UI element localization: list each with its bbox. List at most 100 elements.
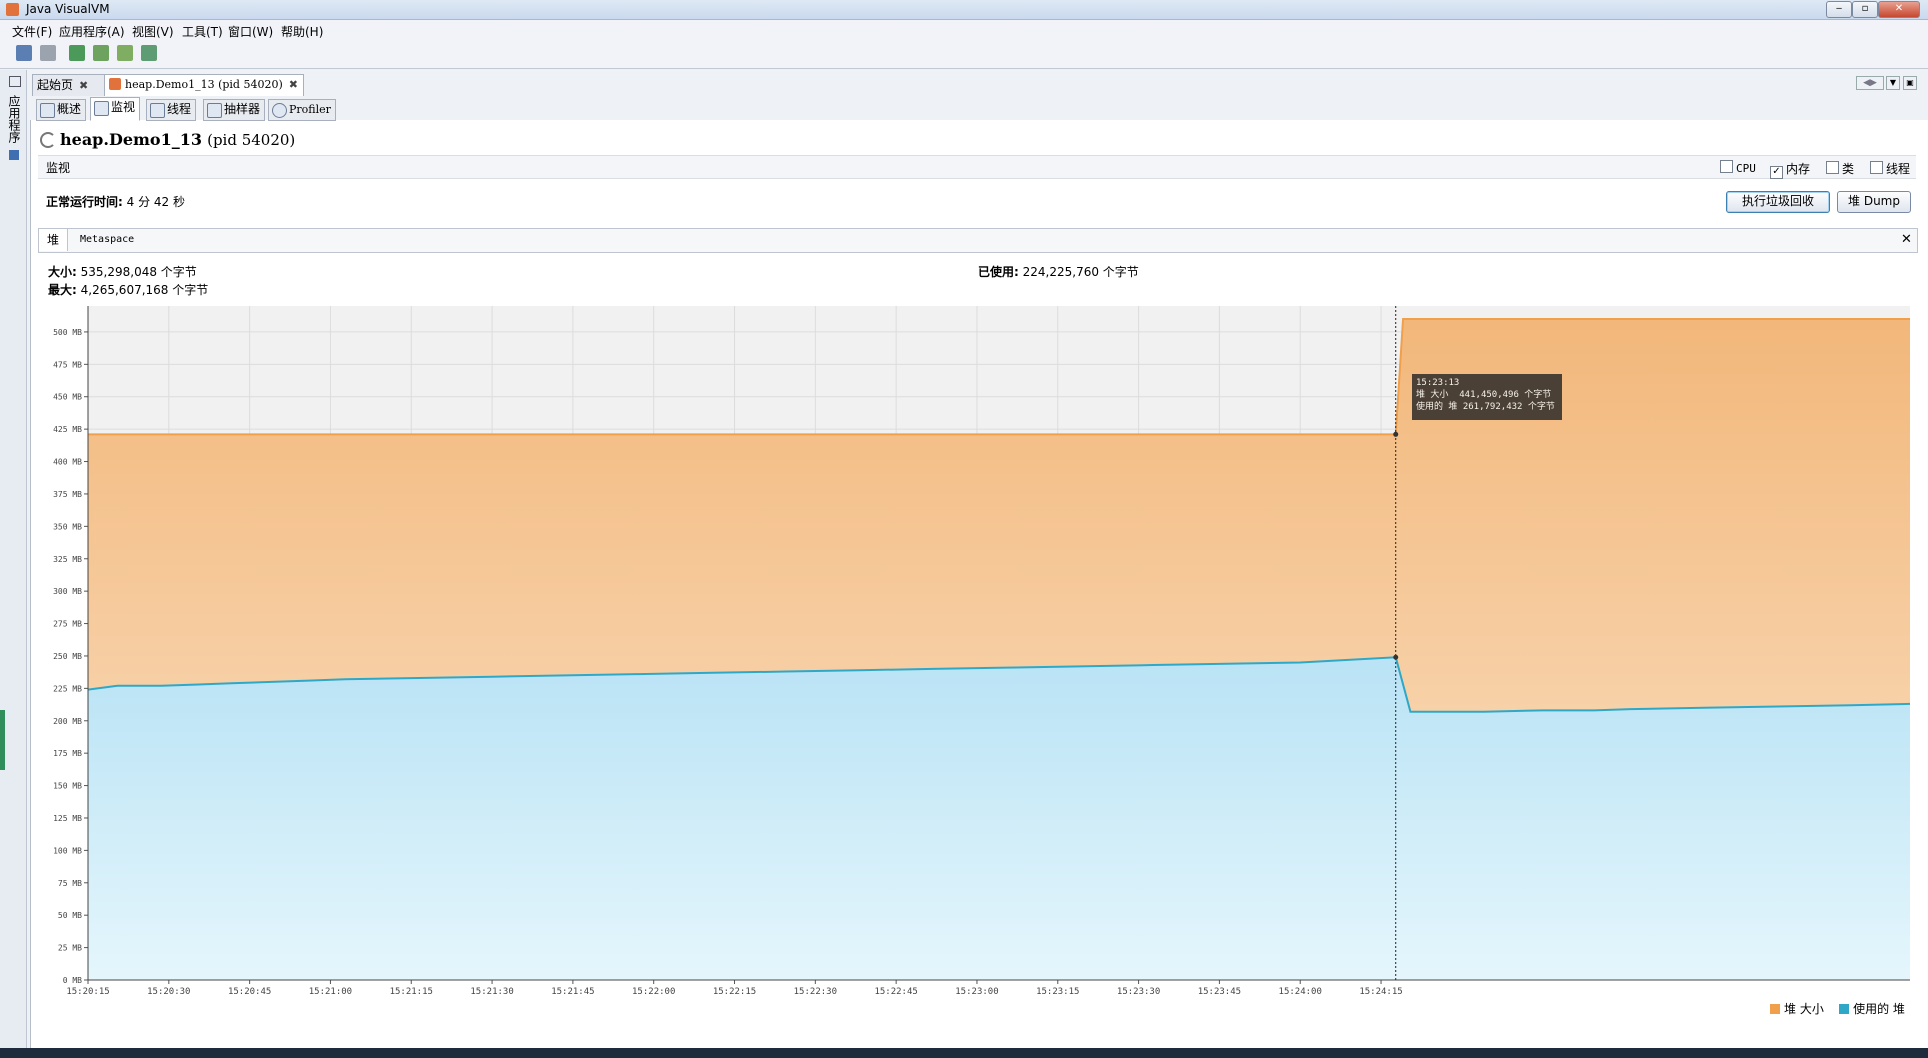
checkbox-label: 类 bbox=[1842, 162, 1855, 176]
x-tick-label: 15:22:30 bbox=[794, 987, 837, 997]
menu-tools[interactable]: 工具(T) bbox=[182, 23, 223, 40]
java-icon bbox=[109, 78, 121, 90]
y-tick-label: 425 MB bbox=[53, 425, 82, 434]
classes-checkbox[interactable]: 类 bbox=[1826, 160, 1854, 177]
tab-label: heap.Demo1_13 (pid 54020) bbox=[125, 78, 283, 91]
checkbox-label: CPU bbox=[1736, 162, 1756, 175]
side-indicator bbox=[0, 710, 5, 770]
tooltip-used-label: 使用的 堆 bbox=[1416, 402, 1458, 412]
heap-chart[interactable]: 0 MB 25 MB 50 MB 75 MB 100 MB 125 MB 150 MB 175… bbox=[38, 300, 1918, 1000]
scroll-tabs-icon[interactable]: ◀▶ bbox=[1856, 76, 1884, 90]
menu-application[interactable]: 应用程序(A) bbox=[59, 23, 125, 40]
app-name: heap.Demo1_13 bbox=[60, 130, 202, 149]
profiler-icon bbox=[272, 103, 287, 118]
threads-checkbox[interactable]: 线程 bbox=[1870, 160, 1910, 177]
y-tick-label: 450 MB bbox=[53, 393, 82, 402]
menu-view[interactable]: 视图(V) bbox=[132, 23, 174, 40]
maximize-icon[interactable]: ▣ bbox=[1903, 76, 1917, 90]
thread-dump-icon[interactable] bbox=[117, 45, 133, 61]
checkbox-box[interactable] bbox=[1720, 160, 1733, 173]
save-icon[interactable] bbox=[40, 45, 56, 61]
x-tick-label: 15:22:45 bbox=[874, 987, 917, 997]
y-tick-label: 175 MB bbox=[53, 749, 82, 758]
menu-bar: 文件(F) 应用程序(A) 视图(V) 工具(T) 窗口(W) 帮助(H) bbox=[0, 20, 1928, 40]
snapshot-icon[interactable] bbox=[141, 45, 157, 61]
heap-dump-button[interactable]: 堆 Dump bbox=[1837, 191, 1911, 213]
restore-icon[interactable] bbox=[9, 76, 21, 87]
heap-tabs: 堆 Metaspace ✕ bbox=[38, 228, 1918, 253]
close-window-button[interactable]: ✕ bbox=[1878, 1, 1920, 18]
cpu-checkbox[interactable]: CPU bbox=[1720, 160, 1756, 175]
x-tick-label: 15:20:15 bbox=[66, 987, 109, 997]
y-tick-label: 350 MB bbox=[53, 522, 82, 531]
page-title: heap.Demo1_13 (pid 54020) bbox=[60, 130, 295, 149]
y-tick-label: 275 MB bbox=[53, 620, 82, 629]
menu-help[interactable]: 帮助(H) bbox=[281, 23, 323, 40]
tooltip-size-label: 堆 大小 bbox=[1416, 390, 1449, 400]
y-tick-label: 100 MB bbox=[53, 846, 82, 855]
tab-heap-demo[interactable]: heap.Demo1_13 (pid 54020) ✖ bbox=[104, 74, 304, 96]
y-tick-label: 75 MB bbox=[58, 879, 82, 888]
x-tick-label: 15:21:00 bbox=[309, 987, 352, 997]
perform-gc-button[interactable]: 执行垃圾回收 bbox=[1726, 191, 1830, 213]
tab-heap[interactable]: 堆 bbox=[39, 229, 69, 251]
minimize-button[interactable]: ‒ bbox=[1826, 1, 1852, 18]
checkbox-box[interactable] bbox=[1870, 161, 1883, 174]
heap-dump-icon[interactable] bbox=[93, 45, 109, 61]
max-label: 最大: bbox=[48, 283, 77, 297]
maximize-button[interactable]: ▫ bbox=[1852, 1, 1878, 18]
checkbox-box[interactable]: ✓ bbox=[1770, 166, 1783, 179]
y-tick-label: 375 MB bbox=[53, 490, 82, 499]
used-stats: 已使用: 224,225,760 个字节 bbox=[978, 263, 1139, 280]
y-tick-label: 225 MB bbox=[53, 684, 82, 693]
close-icon[interactable]: ✖ bbox=[289, 78, 298, 91]
add-jmx-icon[interactable] bbox=[69, 45, 85, 61]
x-tick-label: 15:21:45 bbox=[551, 987, 594, 997]
y-tick-label: 50 MB bbox=[58, 911, 82, 920]
open-file-icon[interactable] bbox=[16, 45, 32, 61]
subtab-sampler[interactable]: 抽样器 bbox=[203, 99, 266, 121]
chevron-down-icon[interactable]: ▼ bbox=[1886, 76, 1900, 90]
subtab-overview[interactable]: 概述 bbox=[36, 99, 87, 121]
max-value: 4,265,607,168 个字节 bbox=[80, 283, 209, 297]
checkbox-label: 线程 bbox=[1886, 162, 1911, 176]
close-icon[interactable]: ✖ bbox=[79, 79, 88, 92]
x-tick-label: 15:24:00 bbox=[1279, 987, 1322, 997]
y-tick-label: 25 MB bbox=[58, 944, 82, 953]
x-tick-label: 15:23:00 bbox=[955, 987, 998, 997]
subtab-monitor[interactable]: 监视 bbox=[90, 97, 141, 121]
used-label: 已使用: bbox=[978, 265, 1019, 279]
menu-window[interactable]: 窗口(W) bbox=[228, 23, 273, 40]
close-icon[interactable]: ✕ bbox=[1901, 232, 1912, 247]
subtab-threads[interactable]: 线程 bbox=[146, 99, 197, 121]
section-title: 监视 bbox=[46, 161, 71, 175]
subtab-profiler[interactable]: Profiler bbox=[268, 99, 336, 121]
title-bar: Java VisualVM ‒ ▫ ✕ bbox=[0, 0, 1928, 20]
y-tick-label: 150 MB bbox=[53, 782, 82, 791]
legend-used: 使用的 堆 bbox=[1853, 1002, 1905, 1016]
y-tick-label: 475 MB bbox=[53, 360, 82, 369]
x-tick-label: 15:23:45 bbox=[1198, 987, 1241, 997]
legend-swatch-used bbox=[1839, 1004, 1850, 1014]
monitor-icon bbox=[94, 101, 109, 116]
menu-file[interactable]: 文件(F) bbox=[12, 23, 52, 40]
sampler-icon bbox=[207, 103, 222, 118]
tooltip-time: 15:23:13 bbox=[1416, 378, 1460, 388]
x-tick-label: 15:22:15 bbox=[713, 987, 756, 997]
tab-metaspace[interactable]: Metaspace bbox=[72, 229, 142, 251]
checkbox-label: 内存 bbox=[1786, 162, 1811, 176]
checkbox-box[interactable] bbox=[1826, 161, 1839, 174]
window-title: Java VisualVM bbox=[26, 2, 110, 16]
tab-start-page[interactable]: 起始页 ✖ bbox=[32, 74, 110, 96]
overview-icon bbox=[40, 103, 55, 118]
x-tick-label: 15:22:00 bbox=[632, 987, 675, 997]
x-tick-label: 15:23:30 bbox=[1117, 987, 1160, 997]
app-icon bbox=[6, 3, 19, 16]
loading-icon bbox=[40, 132, 56, 148]
applications-tab[interactable]: 应用程序 bbox=[6, 95, 23, 143]
y-tick-label: 300 MB bbox=[53, 587, 82, 596]
memory-checkbox[interactable]: ✓ 内存 bbox=[1770, 160, 1810, 179]
x-tick-label: 15:23:15 bbox=[1036, 987, 1079, 997]
subtab-label: 线程 bbox=[167, 102, 192, 116]
y-tick-label: 125 MB bbox=[53, 814, 82, 823]
